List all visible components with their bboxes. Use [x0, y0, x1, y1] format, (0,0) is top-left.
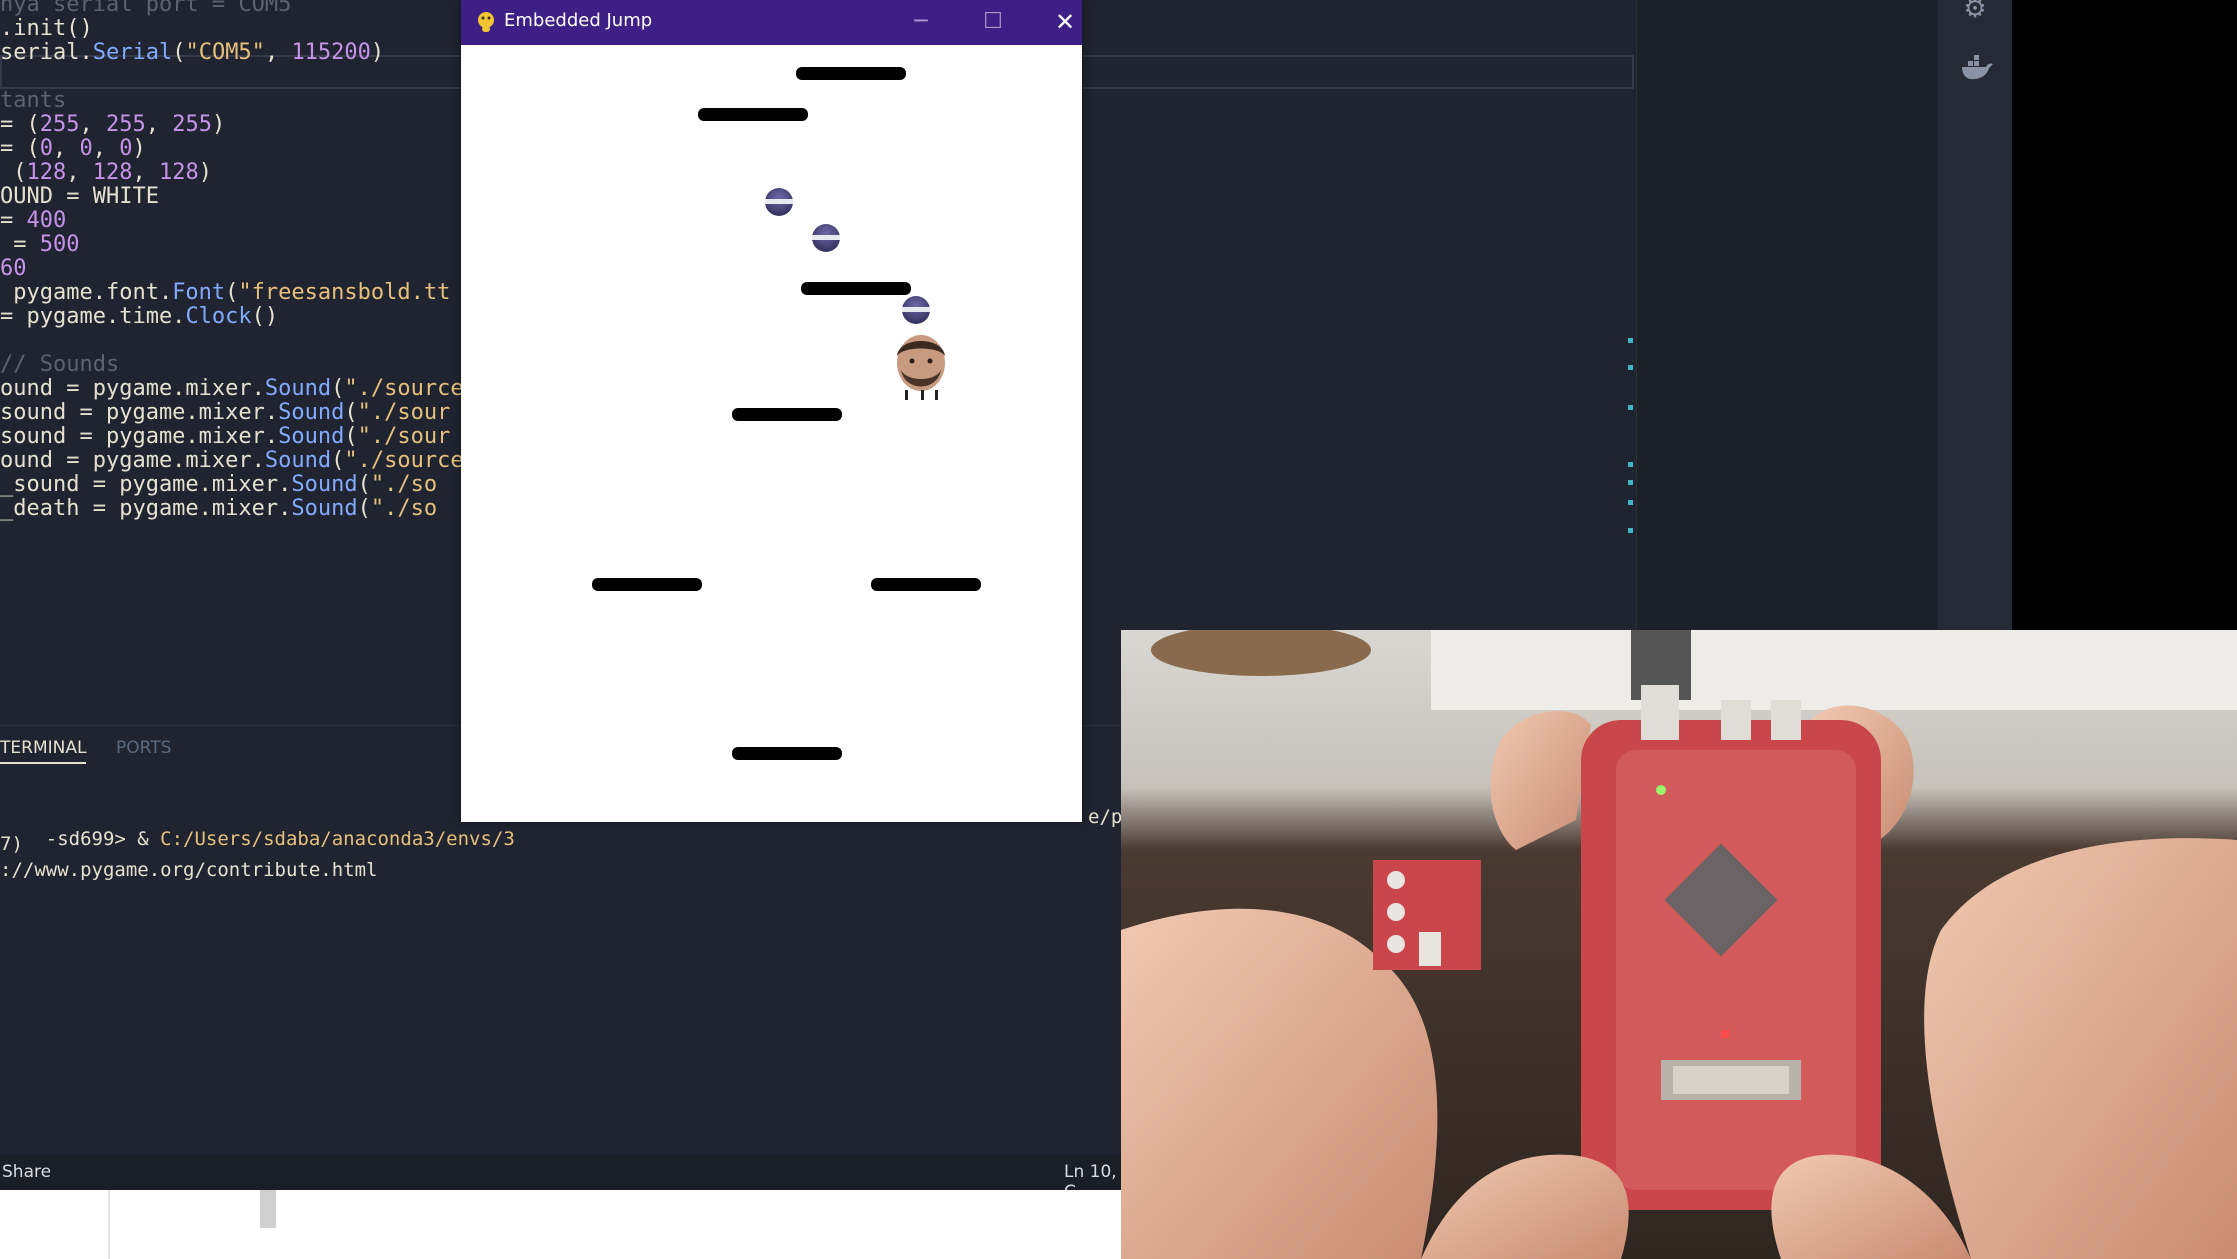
code-token: 255 [172, 112, 212, 137]
close-button[interactable]: ✕ [1045, 6, 1085, 38]
taskbar-grip [260, 1190, 276, 1228]
game-canvas[interactable] [461, 45, 1082, 822]
code-token: Sound [291, 496, 358, 521]
scroll-marker [1628, 365, 1633, 370]
code-token: Clock [185, 304, 252, 329]
orb-enemy [812, 224, 840, 252]
tab-terminal[interactable]: TERMINAL [0, 738, 87, 764]
code-token: ) [370, 40, 385, 65]
platform [698, 108, 808, 121]
scroll-marker [1628, 462, 1633, 467]
terminal-prompt: -sd699> & [45, 828, 161, 850]
taskbar-divider [108, 1190, 110, 1259]
terminal-overflow: e/p [1088, 806, 1123, 828]
gear-icon[interactable]: ⚙ [1960, 0, 1990, 24]
terminal-line: ://www.pygame.org/contribute.html [0, 859, 378, 881]
orb-enemy [765, 188, 793, 216]
code-token: = pygame.time. [0, 304, 186, 329]
status-bar: Share Ln 10, C [0, 1155, 1121, 1202]
maximize-button[interactable]: ☐ [973, 6, 1013, 38]
orb-enemy [902, 296, 930, 324]
code-token: ) [198, 160, 212, 185]
terminal-path: C:/Users/sdaba/anaconda3/envs/3 [160, 828, 515, 850]
code-token: 115200 [291, 40, 371, 65]
pygame-snake-icon [476, 11, 496, 33]
code-token: serial. [0, 40, 93, 65]
platform [801, 282, 911, 295]
share-status[interactable]: Share [2, 1162, 51, 1182]
docker-icon[interactable] [1960, 55, 1993, 85]
code-token: "./so [370, 496, 438, 521]
taskbar-strip [0, 1190, 1121, 1259]
window-title: Embedded Jump [504, 10, 653, 31]
minimize-button[interactable]: ─ [901, 6, 941, 38]
code-token: , [264, 40, 292, 65]
code-token: 500 [39, 232, 80, 257]
webcam-overlay [1121, 630, 2237, 1259]
code-token: Serial [92, 40, 173, 65]
code-line[interactable]: = pygame.time.Clock() [0, 300, 278, 334]
code-line[interactable]: _death = pygame.mixer.Sound("./so [0, 492, 437, 526]
player-character [891, 330, 951, 402]
platform [732, 747, 842, 760]
scroll-marker [1628, 480, 1633, 485]
code-token: () [251, 304, 279, 329]
platform [732, 408, 842, 421]
scroll-marker [1628, 528, 1633, 533]
scroll-marker [1628, 405, 1633, 410]
platform [796, 67, 906, 80]
terminal-line: 7) [0, 833, 23, 855]
webcam-image [1121, 630, 2237, 1259]
code-token: ) [212, 112, 226, 137]
code-token: ( [357, 496, 371, 521]
platform [871, 578, 981, 591]
tab-ports[interactable]: PORTS [116, 738, 171, 758]
game-window[interactable]: Embedded Jump ─ ☐ ✕ [461, 0, 1082, 822]
window-titlebar[interactable]: Embedded Jump ─ ☐ ✕ [461, 0, 1082, 45]
scroll-marker [1628, 338, 1633, 343]
code-token: , [145, 112, 173, 137]
platform [592, 578, 702, 591]
desktop-background [2012, 0, 2237, 630]
code-token: 128 [159, 160, 199, 185]
code-token: ( [172, 40, 186, 65]
editor-minimap[interactable] [1636, 0, 1939, 630]
code-token: _death = pygame.mixer. [0, 496, 292, 521]
scroll-marker [1628, 500, 1633, 505]
activity-bar: ⚙ [1938, 0, 2012, 630]
code-token: "COM5" [185, 40, 265, 65]
code-line[interactable]: serial.Serial("COM5", 115200) [0, 36, 384, 70]
